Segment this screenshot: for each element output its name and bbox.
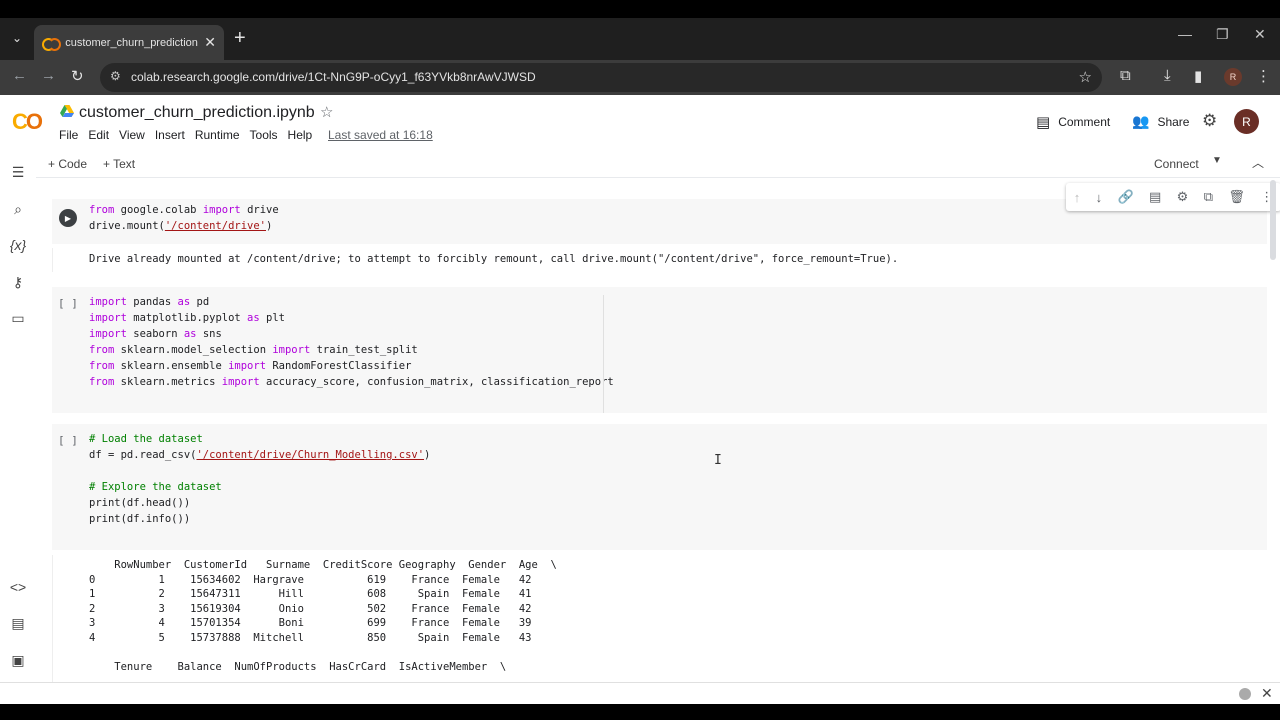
move-up-icon[interactable]: ↑ bbox=[1074, 190, 1081, 205]
move-down-icon[interactable]: ↓ bbox=[1096, 190, 1103, 205]
colab-favicon-icon bbox=[42, 35, 62, 51]
settings-gear-icon[interactable]: ⚙ bbox=[1202, 111, 1217, 131]
df-row: 3 4 15701354 Boni 699 France Female 39 bbox=[89, 617, 532, 629]
df-row: 1 2 15647311 Hill 608 Spain Female 41 bbox=[89, 588, 532, 600]
url-text: colab.research.google.com/drive/1Ct-NnG9… bbox=[131, 70, 536, 84]
notebook-toolbar: + Code + Text Connect ▼ ︿ bbox=[36, 150, 1280, 178]
command-palette-icon[interactable]: ▤ bbox=[8, 613, 28, 633]
add-text-button[interactable]: + Text bbox=[103, 157, 135, 171]
tab-close-icon[interactable]: ✕ bbox=[204, 34, 216, 51]
browser-tab-active[interactable]: customer_churn_prediction.ipynb ✕ bbox=[34, 25, 224, 60]
notebook-title[interactable]: customer_churn_prediction.ipynb bbox=[79, 104, 315, 122]
menu-file[interactable]: File bbox=[59, 128, 78, 142]
df-row: 2 3 15619304 Onio 502 France Female 42 bbox=[89, 602, 532, 615]
menu-runtime[interactable]: Runtime bbox=[195, 128, 240, 142]
colab-page: CO customer_churn_prediction.ipynb ☆ Fil… bbox=[0, 95, 1280, 682]
screen-top-border bbox=[0, 0, 1280, 18]
comment-icon: ▤ bbox=[1036, 114, 1051, 131]
table-of-contents-icon[interactable]: ☰ bbox=[8, 162, 28, 182]
chevron-down-icon[interactable]: ▼ bbox=[1212, 155, 1222, 166]
share-label: Share bbox=[1157, 114, 1190, 129]
scrollbar-thumb[interactable] bbox=[1270, 180, 1276, 260]
cell-settings-icon[interactable]: ⚙ bbox=[1177, 189, 1189, 205]
comment-button[interactable]: ▤ Comment bbox=[1036, 113, 1110, 131]
share-button[interactable]: 👥 Share bbox=[1132, 113, 1189, 130]
run-cell-icon[interactable]: ▶ bbox=[59, 209, 77, 227]
output-dataframe-1: RowNumber CustomerId Surname CreditScore… bbox=[89, 558, 557, 674]
browser-tab-title: customer_churn_prediction.ipynb bbox=[65, 36, 198, 49]
account-avatar[interactable]: R bbox=[1234, 109, 1259, 134]
cell-output-3: RowNumber CustomerId Surname CreditScore… bbox=[52, 555, 1267, 682]
variables-icon[interactable]: {x} bbox=[8, 235, 28, 255]
star-notebook-icon[interactable]: ☆ bbox=[320, 103, 333, 121]
side-panel-icon[interactable]: ▮ bbox=[1194, 67, 1202, 85]
code-cell-1[interactable]: ▶ from google.colab import drive drive.m… bbox=[52, 183, 1280, 244]
comment-label: Comment bbox=[1058, 115, 1111, 129]
back-icon[interactable]: ← bbox=[12, 67, 27, 84]
runtime-status-icon[interactable] bbox=[1239, 688, 1251, 700]
window-close-icon[interactable]: ✕ bbox=[1254, 26, 1266, 43]
browser-profile-avatar[interactable]: R bbox=[1224, 68, 1242, 86]
extensions-icon[interactable]: ⧉ bbox=[1120, 67, 1131, 84]
cell-toolbar: ↑ ↓ 🔗 ▤ ⚙ ⧉ 🗑 ⋮ bbox=[1066, 183, 1280, 211]
code-editor-2[interactable]: import pandas as pd import matplotlib.py… bbox=[89, 294, 614, 390]
forward-icon[interactable]: → bbox=[41, 67, 56, 84]
cell-run-bracket[interactable]: [ ] bbox=[58, 297, 78, 310]
code-cell-2[interactable]: [ ] import pandas as pd import matplotli… bbox=[52, 287, 1267, 413]
download-icon[interactable]: ⤓ bbox=[1164, 67, 1171, 84]
files-folder-icon[interactable]: ▭ bbox=[8, 308, 28, 328]
cell-run-bracket[interactable]: [ ] bbox=[58, 434, 78, 447]
df-header-row: RowNumber CustomerId Surname CreditScore… bbox=[89, 559, 557, 571]
df-row: 0 1 15634602 Hargrave 619 France Female … bbox=[89, 573, 532, 586]
code-editor-1[interactable]: from google.colab import drive drive.mou… bbox=[89, 202, 279, 234]
tab-search-icon[interactable]: ⌄ bbox=[6, 27, 28, 49]
address-bar[interactable]: ⚙ colab.research.google.com/drive/1Ct-Nn… bbox=[100, 63, 1102, 92]
df-row: 4 5 15737888 Mitchell 850 Spain Female 4… bbox=[89, 631, 532, 644]
bookmark-star-icon[interactable]: ☆ bbox=[1079, 68, 1092, 86]
menu-tools[interactable]: Tools bbox=[250, 128, 278, 142]
browser-toolbar: ← → ↻ ⚙ colab.research.google.com/drive/… bbox=[0, 60, 1280, 95]
output-text-1: Drive already mounted at /content/drive;… bbox=[89, 253, 899, 265]
search-icon[interactable]: ⌕ bbox=[8, 199, 28, 219]
browser-menu-icon[interactable]: ⋮ bbox=[1256, 67, 1271, 85]
menu-edit[interactable]: Edit bbox=[88, 128, 109, 142]
status-close-icon[interactable]: ✕ bbox=[1261, 685, 1273, 702]
people-icon: 👥 bbox=[1132, 113, 1150, 129]
menu-view[interactable]: View bbox=[119, 128, 145, 142]
delete-icon[interactable]: 🗑 bbox=[1228, 189, 1245, 205]
code-editor-3[interactable]: # Load the dataset df = pd.read_csv('/co… bbox=[89, 431, 430, 527]
browser-tabstrip: ⌄ customer_churn_prediction.ipynb ✕ + — … bbox=[0, 18, 1280, 60]
menu-help[interactable]: Help bbox=[288, 128, 313, 142]
text-cursor-icon: I bbox=[714, 453, 722, 468]
terminal-icon[interactable]: ▣ bbox=[8, 650, 28, 670]
reload-icon[interactable]: ↻ bbox=[71, 67, 84, 85]
new-tab-icon[interactable]: + bbox=[234, 28, 246, 48]
add-code-button[interactable]: + Code bbox=[48, 157, 87, 171]
status-bar: ✕ bbox=[0, 682, 1280, 704]
notebook-content: ▶ from google.colab import drive drive.m… bbox=[36, 179, 1280, 682]
left-sidebar: ☰ ⌕ {x} ⚷ ▭ <> ▤ ▣ bbox=[0, 150, 36, 682]
minimize-icon[interactable]: — bbox=[1178, 26, 1192, 42]
drive-icon[interactable] bbox=[60, 105, 74, 117]
cell-output-1: Drive already mounted at /content/drive;… bbox=[52, 248, 1267, 272]
df-header-row-2: Tenure Balance NumOfProducts HasCrCard I… bbox=[89, 660, 507, 673]
comment-cell-icon[interactable]: ▤ bbox=[1149, 189, 1161, 205]
screen-bottom-border bbox=[0, 704, 1280, 720]
link-icon[interactable]: 🔗 bbox=[1117, 189, 1133, 205]
secrets-key-icon[interactable]: ⚷ bbox=[8, 272, 28, 292]
menu-bar: File Edit View Insert Runtime Tools Help bbox=[59, 128, 322, 142]
menu-insert[interactable]: Insert bbox=[155, 128, 185, 142]
mirror-cell-icon[interactable]: ⧉ bbox=[1204, 189, 1213, 205]
screen: ⌄ customer_churn_prediction.ipynb ✕ + — … bbox=[0, 0, 1280, 720]
ruler-line bbox=[603, 295, 604, 413]
colab-logo[interactable]: CO bbox=[12, 109, 43, 135]
code-snippets-icon[interactable]: <> bbox=[8, 577, 28, 597]
code-cell-3[interactable]: [ ] # Load the dataset df = pd.read_csv(… bbox=[52, 424, 1267, 550]
restore-icon[interactable]: ❐ bbox=[1216, 26, 1229, 43]
connect-button[interactable]: Connect bbox=[1154, 157, 1199, 171]
chevron-up-icon[interactable]: ︿ bbox=[1252, 154, 1264, 171]
site-info-icon[interactable]: ⚙ bbox=[110, 69, 121, 83]
last-saved-link[interactable]: Last saved at 16:18 bbox=[328, 128, 433, 142]
